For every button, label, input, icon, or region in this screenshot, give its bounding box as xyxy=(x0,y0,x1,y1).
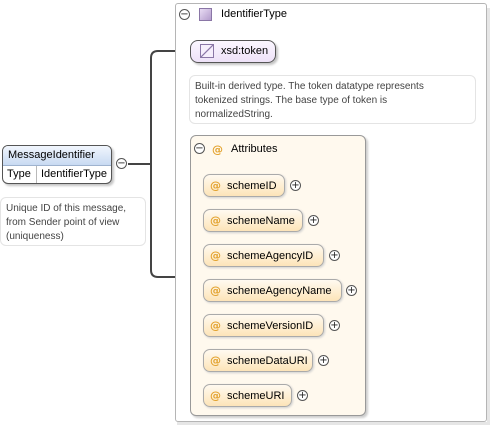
plus-icon: + xyxy=(347,284,356,296)
minus-icon: − xyxy=(195,142,204,154)
attribute-name: schemeAgencyID xyxy=(227,249,314,262)
attributes-title: Attributes xyxy=(231,143,278,155)
element-documentation: Unique ID of this message, from Sender p… xyxy=(0,197,146,246)
minus-icon: − xyxy=(117,157,126,169)
attribute-icon: @ xyxy=(210,214,221,227)
plus-icon: + xyxy=(291,179,300,191)
attribute-node-schemedatauri[interactable]: @ schemeDataURI xyxy=(203,349,313,372)
plus-icon: + xyxy=(330,249,339,261)
plus-icon: + xyxy=(298,389,307,401)
attribute-node-schemeagencyid[interactable]: @ schemeAgencyID xyxy=(203,244,324,267)
base-type-label: xsd:token xyxy=(221,45,269,57)
expand-button[interactable]: + xyxy=(318,355,329,366)
doc-line: from Sender point of view xyxy=(6,217,120,228)
element-type-key: Type xyxy=(3,166,37,183)
attribute-icon: @ xyxy=(210,354,221,367)
attribute-name: schemeDataURI xyxy=(227,354,308,367)
plus-icon: + xyxy=(330,319,339,331)
attribute-icon: @ xyxy=(210,284,221,297)
expand-button[interactable]: + xyxy=(346,285,357,296)
attribute-node-schemeuri[interactable]: @ schemeURI xyxy=(203,384,292,407)
attribute-icon: @ xyxy=(210,319,221,332)
type-title: IdentifierType xyxy=(221,8,288,20)
type-documentation: Built-in derived type. The token datatyp… xyxy=(189,75,476,124)
expand-button[interactable]: + xyxy=(297,390,308,401)
expand-button[interactable]: + xyxy=(308,215,319,226)
element-type-row: Type IdentifierType xyxy=(3,166,111,183)
doc-line: (uniqueness) xyxy=(6,231,64,242)
expand-button[interactable]: + xyxy=(329,320,340,331)
minus-icon: − xyxy=(180,8,189,20)
simple-type-icon xyxy=(200,44,214,58)
attribute-node-schemeid[interactable]: @ schemeID xyxy=(203,174,285,197)
element-type-value: IdentifierType xyxy=(40,168,107,180)
complex-type-icon xyxy=(199,8,212,21)
attribute-name: schemeAgencyName xyxy=(227,284,332,297)
attribute-name: schemeName xyxy=(227,214,295,227)
element-name: MessageIdentifier xyxy=(3,146,111,166)
plus-icon: + xyxy=(309,214,318,226)
attribute-icon: @ xyxy=(210,179,221,192)
attribute-name: schemeVersionID xyxy=(227,319,314,332)
doc-line: normalizedString. xyxy=(195,109,273,120)
attribute-icon: @ xyxy=(210,249,221,262)
doc-line: Unique ID of this message, xyxy=(6,203,127,214)
attribute-node-schemeagencyname[interactable]: @ schemeAgencyName xyxy=(203,279,342,302)
type-collapse-button[interactable]: − xyxy=(179,9,190,20)
attribute-name: schemeURI xyxy=(227,389,285,402)
element-collapse-button[interactable]: − xyxy=(116,158,127,169)
attributes-collapse-button[interactable]: − xyxy=(194,143,205,154)
doc-line: tokenized strings. The base type of toke… xyxy=(195,95,388,106)
expand-button[interactable]: + xyxy=(329,250,340,261)
attribute-name: schemeID xyxy=(227,179,277,192)
attribute-node-schemeversionid[interactable]: @ schemeVersionID xyxy=(203,314,324,337)
plus-icon: + xyxy=(319,354,328,366)
attribute-icon: @ xyxy=(212,143,223,156)
expand-button[interactable]: + xyxy=(290,180,301,191)
attribute-node-schemename[interactable]: @ schemeName xyxy=(203,209,303,232)
element-node[interactable]: MessageIdentifier Type IdentifierType xyxy=(2,145,112,184)
doc-line: Built-in derived type. The token datatyp… xyxy=(195,81,424,92)
attribute-icon: @ xyxy=(210,389,221,402)
